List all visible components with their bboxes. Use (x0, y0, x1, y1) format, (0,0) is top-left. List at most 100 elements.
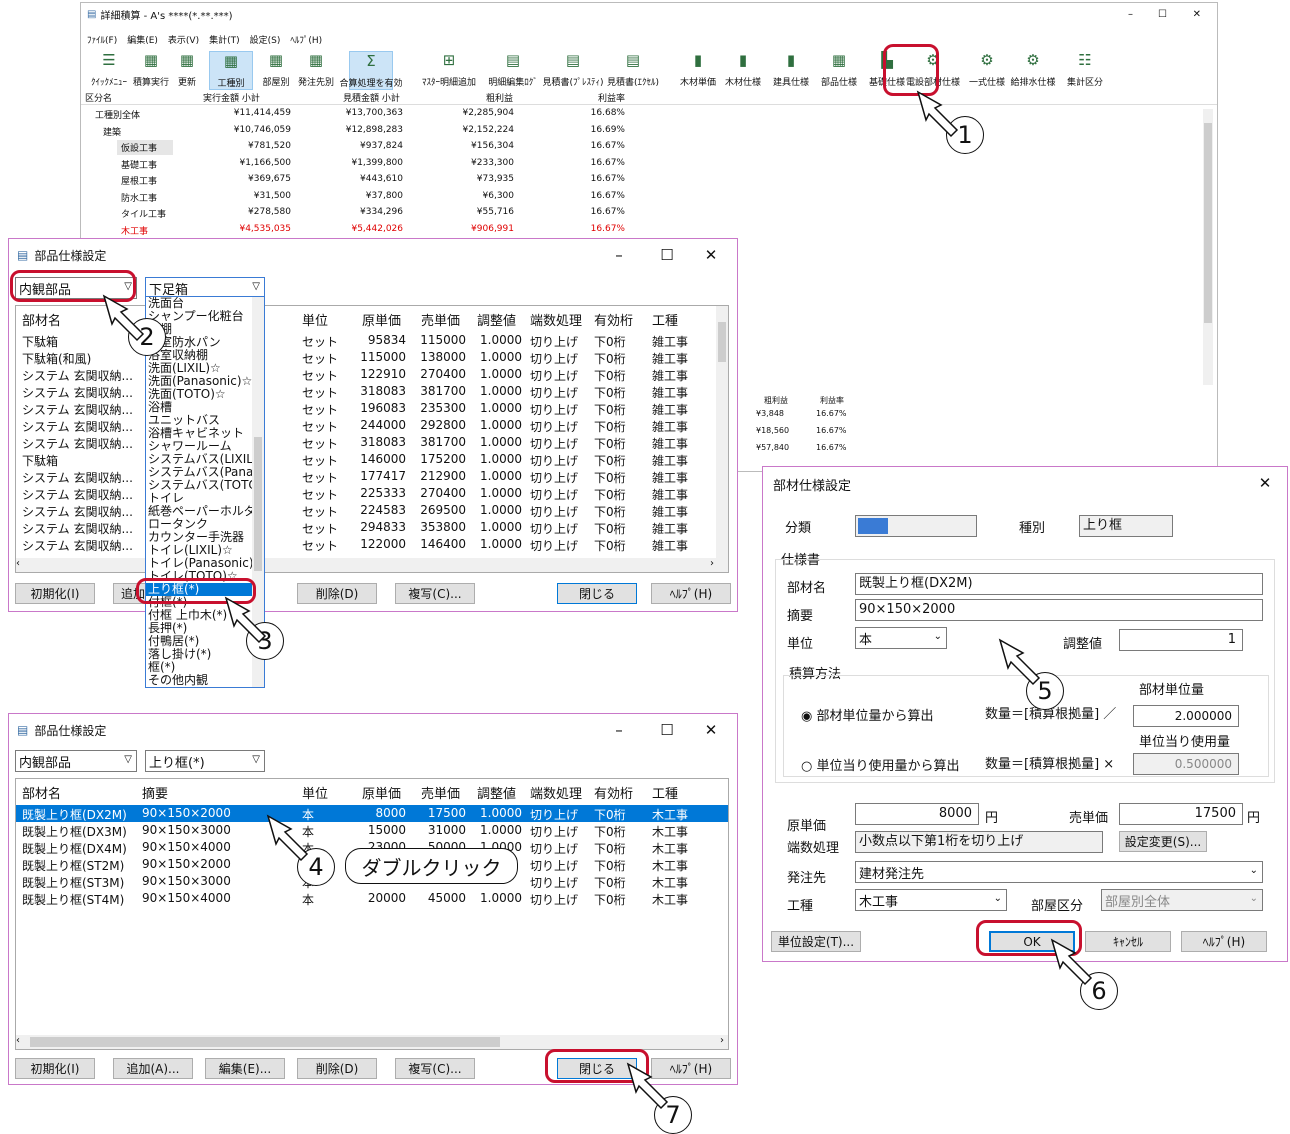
dlg1-close[interactable]: ✕ (689, 239, 733, 271)
main-scrollbar[interactable] (1203, 109, 1213, 385)
dropdown-item[interactable]: トイレ(Panasonic)☆ (146, 557, 254, 570)
dropdown-item[interactable]: システムバス(Panasonic) (146, 466, 254, 479)
toolbar-button-12[interactable]: ▮ 木材仕様 (721, 51, 765, 88)
toolbar-button-9[interactable]: ▤ 見積書(ﾌﾟﾚｽﾃｨ) (542, 51, 603, 88)
dropdown-item[interactable]: トイレ(LIXIL)☆ (146, 544, 254, 557)
dropdown-item[interactable]: 付鴨居(*) (146, 635, 254, 648)
toolbar-button-17[interactable]: ⚙ 一式仕様 (965, 51, 1009, 88)
dlg1-v-scrollbar[interactable] (716, 306, 728, 558)
toolbar-button-4[interactable]: ▦ 部屋別 (254, 51, 298, 88)
use-input[interactable]: 0.500000 (1133, 753, 1239, 775)
table-row[interactable]: システム 玄関収納... セット 225333 270400 1.0000 切り上げ 下0桁… (16, 485, 728, 502)
order-select[interactable]: 建材発注先 ⌄ (855, 861, 1263, 883)
table-row[interactable]: システム 玄関収納... セット 122000 146400 1.0000 切り上げ 下0桁… (16, 536, 728, 553)
dropdown-item[interactable]: システムバス(TOTO)☆ (146, 479, 254, 492)
category-combo[interactable]: 内観部品 ▽ (15, 750, 137, 772)
toolbar-button-19[interactable]: ☷ 集計区分 (1063, 51, 1107, 88)
add-button[interactable]: 追加(A)... (113, 1058, 193, 1079)
table-row[interactable]: システム 玄関収納... セット 177417 212900 1.0000 切り上げ 下0桁… (16, 468, 728, 485)
grid-row[interactable]: 工種別全体 ¥11,414,459 ¥13,700,363 ¥2,285,904 16.… (81, 107, 1201, 123)
init-button[interactable]: 初期化(I) (15, 583, 95, 604)
toolbar-button-6[interactable]: Σ 合算処理を有効 (340, 51, 403, 90)
dropdown-item[interactable]: 框(*) (146, 661, 254, 674)
dlg1-minimize[interactable]: – (597, 239, 641, 271)
memo-input[interactable]: 90×150×2000 (855, 599, 1263, 621)
opt1-radio[interactable]: ◉ 部材単位量から算出 (801, 705, 934, 724)
table-row[interactable]: 下駄箱 セット 95834 115000 1.0000 切り上げ 下0桁 雑工事 (16, 332, 728, 349)
toolbar-button-10[interactable]: ▤ 見積書(ｴｸｾﾙ) (607, 51, 659, 88)
minimize-button[interactable]: – (1128, 9, 1133, 20)
table-row[interactable]: 既製上り框(DX2M) 90×150×2000 本 8000 17500 1.0000 切り… (16, 805, 728, 822)
dropdown-item[interactable]: 洗面台 (146, 297, 254, 310)
dropdown-item[interactable]: カウンター手洗器 (146, 531, 254, 544)
toolbar-button-3[interactable]: ▦ 工種別 (209, 51, 253, 90)
grid-row[interactable]: 屋根工事 ¥369,675 ¥443,610 ¥73,935 16.67% (81, 173, 1201, 189)
dlg1-maximize[interactable]: ☐ (645, 239, 689, 271)
cancel-button[interactable]: ｷｬﾝｾﾙ (1085, 931, 1171, 952)
dropdown-item[interactable]: 洗面(LIXIL)☆ (146, 362, 254, 375)
dlg2-minimize[interactable]: – (597, 714, 641, 746)
table-row[interactable]: システム 玄関収納... セット 196083 235300 1.0000 切り上げ 下0桁… (16, 400, 728, 417)
grid-row[interactable]: 木工事 ¥4,535,035 ¥5,442,026 ¥906,991 16.67% (81, 223, 1201, 239)
dropdown-item[interactable]: シャワールーム (146, 440, 254, 453)
grid-row[interactable]: タイル工事 ¥278,580 ¥334,296 ¥55,716 16.67% (81, 206, 1201, 222)
dropdown-item[interactable]: 付框 上巾木(*) (146, 609, 254, 622)
dropdown-item[interactable]: 浴槽キャビネット (146, 427, 254, 440)
dlg3-close[interactable]: ✕ (1243, 467, 1287, 499)
maximize-button[interactable]: ☐ (1158, 9, 1167, 20)
dropdown-item[interactable]: 紙巻ペーパーホルダー (146, 505, 254, 518)
menu-total[interactable]: 集計(T) (209, 33, 240, 46)
table-row[interactable]: 下駄箱(和風) セット 115000 138000 1.0000 切り上げ 下0桁 雑工事 (16, 349, 728, 366)
dropdown-item[interactable]: システムバス(LIXIL)☆ (146, 453, 254, 466)
type-dropdown-list[interactable]: 洗面台シャンプー化粧台吊棚浴室防水パン浴室収納棚洗面(LIXIL)☆洗面(Pan… (145, 296, 265, 688)
dropdown-item[interactable]: トイレ (146, 492, 254, 505)
dropdown-item[interactable]: ユニットバス (146, 414, 254, 427)
dlg2-close[interactable]: ✕ (689, 714, 733, 746)
dropdown-item[interactable]: その他内観 (146, 674, 254, 687)
dropdown-item[interactable]: シャンプー化粧台 (146, 310, 254, 323)
dropdown-item[interactable]: 洗面(Panasonic)☆ (146, 375, 254, 388)
unit-select[interactable]: 本 ⌄ (855, 627, 947, 649)
dropdown-item[interactable]: 浴室収納棚 (146, 349, 254, 362)
dropdown-item[interactable]: 洗面(TOTO)☆ (146, 388, 254, 401)
dropdown-item[interactable]: 浴槽 (146, 401, 254, 414)
price-input[interactable]: 17500 (1119, 803, 1243, 825)
table-row[interactable]: システム 玄関収納... セット 244000 292800 1.0000 切り上げ 下0桁… (16, 417, 728, 434)
toolbar-button-8[interactable]: ▤ 明細編集ﾛｸﾞ (488, 51, 538, 88)
dropdown-item[interactable]: 落し掛け(*) (146, 648, 254, 661)
dlg2-maximize[interactable]: ☐ (645, 714, 689, 746)
init-button[interactable]: 初期化(I) (15, 1058, 95, 1079)
grid-row[interactable]: 防水工事 ¥31,500 ¥37,800 ¥6,300 16.67% (81, 190, 1201, 206)
menu-file[interactable]: ﾌｧｲﾙ(F) (87, 33, 117, 46)
menu-settings[interactable]: 設定(S) (250, 33, 281, 46)
table-row[interactable]: システム 玄関収納... セット 294833 353800 1.0000 切り上げ 下0桁… (16, 519, 728, 536)
edit-button[interactable]: 編集(E)... (205, 1058, 285, 1079)
toolbar-button-13[interactable]: ▮ 建具仕様 (769, 51, 813, 88)
grid-row[interactable]: 仮設工事 ¥781,520 ¥937,824 ¥156,304 16.67% (81, 140, 1201, 156)
menu-edit[interactable]: 編集(E) (127, 33, 158, 46)
cost-input[interactable]: 8000 (855, 803, 979, 825)
delete-button[interactable]: 削除(D) (297, 583, 377, 604)
grid-row[interactable]: 基礎工事 ¥1,166,500 ¥1,399,800 ¥233,300 16.67% (81, 157, 1201, 173)
table-row[interactable]: システム 玄関収納... セット 318083 381700 1.0000 切り上げ 下0桁… (16, 383, 728, 400)
koushu-select[interactable]: 木工事 ⌄ (855, 889, 1007, 911)
table-row[interactable]: システム 玄関収納... セット 318083 381700 1.0000 切り上げ 下0桁… (16, 434, 728, 451)
table-row[interactable]: 既製上り框(DX3M) 90×150×3000 本 15000 31000 1.0000 切… (16, 822, 728, 839)
part-name-input[interactable]: 既製上り框(DX2M) (855, 573, 1263, 595)
toolbar-button-7[interactable]: ⊞ ﾏｽﾀｰ明細追加 (422, 51, 476, 88)
type-combo[interactable]: 上り框(*) ▽ (145, 750, 265, 772)
dlg1-h-scrollbar[interactable]: ‹ › (16, 558, 728, 572)
copy-button[interactable]: 複写(C)... (395, 583, 475, 604)
menu-view[interactable]: 表示(V) (168, 33, 199, 46)
grid-row[interactable]: 建築 ¥10,746,059 ¥12,898,283 ¥2,152,224 16.69% (81, 124, 1201, 140)
close-button[interactable]: ✕ (1193, 9, 1201, 20)
dlg2-h-scrollbar[interactable]: ‹ › (16, 1035, 728, 1049)
toolbar-button-5[interactable]: ▦ 発注先別 (294, 51, 338, 88)
table-row[interactable]: システム 玄関収納... セット 122910 270400 1.0000 切り上げ 下0桁… (16, 366, 728, 383)
unit-qty-input[interactable]: 2.000000 (1133, 705, 1239, 727)
unit-setting-button[interactable]: 単位設定(T)... (771, 931, 861, 952)
toolbar-button-11[interactable]: ▮ 木材単価 (676, 51, 720, 88)
toolbar-button-0[interactable]: ☰ ｸｲｯｸﾒﾆｭｰ (87, 51, 131, 88)
help-button[interactable]: ﾍﾙﾌﾟ(H) (651, 1058, 731, 1079)
menu-help[interactable]: ﾍﾙﾌﾟ(H) (290, 33, 322, 46)
